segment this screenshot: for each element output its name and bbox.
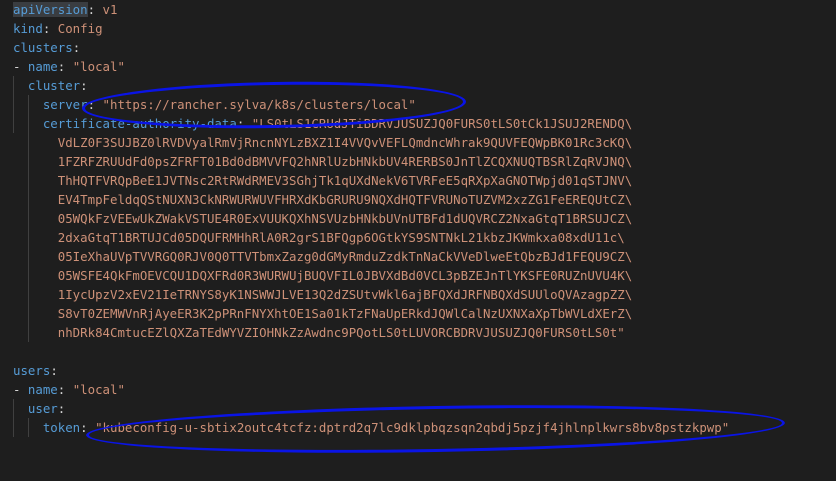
yaml-key: server (42, 97, 88, 112)
yaml-value: 05WQkFzVEEwUkZWakVSTUE4R0ExVUUKQXhNSVUzb… (57, 211, 633, 226)
yaml-punctuation: : (50, 363, 58, 378)
yaml-value: 2dxaGtqT1BRTUJCd05DQUFRMHhRlA0R2grS1BFQg… (57, 230, 625, 245)
yaml-value: 1IycUpzV2xEV21IeTRNYS8yK1NSWWJLVE13Q2dZS… (57, 287, 633, 302)
yaml-key: token (42, 420, 81, 435)
yaml-punctuation: : (236, 116, 252, 131)
yaml-key: cluster (27, 78, 81, 93)
code-line[interactable]: ThHQTFVRQpBeE1JVTNsc2RtRWdRMEV3SGhjTk1qU… (13, 171, 632, 190)
yaml-key: users (13, 363, 51, 378)
code-editor[interactable]: apiVersion: v1 kind: Config clusters: - nam… (0, 0, 836, 481)
yaml-value: EV4TmpFeldqQStNUXN3CkNRWURWUVFHRXdKbGRUR… (57, 192, 633, 207)
code-line[interactable]: 1IycUpzV2xEV21IeTRNYS8yK1NSWWJLVE13Q2dZS… (13, 285, 632, 304)
code-line[interactable]: 2dxaGtqT1BRTUJCd05DQUFRMHhRlA0R2grS1BFQg… (13, 228, 625, 247)
code-line[interactable]: 05IeXhaUVpTVVRGQ0RJV0Q0TTVTbmxZazg0dGMyR… (13, 247, 632, 266)
yaml-punctuation: : (72, 40, 81, 55)
yaml-value: Config (57, 21, 103, 36)
yaml-value: 05IeXhaUVpTVVRGQ0RJV0Q0TTVTbmxZazg0dGMyR… (57, 249, 633, 264)
yaml-value: 05WSFE4QkFmOEVCQU1DQXFRd0R3WURWUjBUQVFIL… (57, 268, 633, 283)
yaml-value: nhDRk84CmtucEZlQXZaTEdWYVZIOHNkZzAwdnc9P… (57, 325, 625, 340)
yaml-punctuation: : (42, 21, 58, 36)
yaml-punctuation: - (13, 382, 28, 397)
yaml-value: v1 (102, 2, 118, 17)
yaml-key: user (27, 401, 58, 416)
code-line[interactable]: EV4TmpFeldqQStNUXN3CkNRWURWUVFHRXdKbGRUR… (13, 190, 632, 209)
code-line[interactable]: cluster: (13, 76, 88, 95)
yaml-punctuation: : (57, 382, 73, 397)
yaml-key: kind (13, 21, 43, 36)
code-line[interactable]: 05WQkFzVEEwUkZWakVSTUE4R0ExVUUKQXhNSVUzb… (13, 209, 632, 228)
yaml-punctuation: : (80, 78, 88, 93)
yaml-punctuation: : (57, 401, 66, 416)
yaml-value: "https://rancher.sylva/k8s/clusters/loca… (102, 97, 416, 112)
code-line[interactable]: 1FZRFZRUUdFd0psZFRFT01Bd0dBMVVFQ2hNRlUzb… (13, 152, 632, 171)
yaml-punctuation: : (87, 2, 103, 17)
yaml-value: "local" (72, 59, 125, 74)
code-line[interactable]: 05WSFE4QkFmOEVCQU1DQXFRd0R3WURWUjBUQVFIL… (13, 266, 632, 285)
code-line[interactable]: certificate-authority-data: "LS0tLS1CRUd… (13, 114, 632, 133)
yaml-value: "local" (72, 382, 125, 397)
code-line[interactable]: - name: "local" (13, 380, 125, 399)
yaml-value: VdLZ0F3SUJBZ0lRVDVyalRmVjRncnNYLzBXZ1I4V… (57, 135, 633, 150)
yaml-value: ThHQTFVRQpBeE1JVTNsc2RtRWdRMEV3SGhjTk1qU… (57, 173, 633, 188)
yaml-value: "kubeconfig-u-sbtix2outc4tcfz:dptrd2q7lc… (95, 420, 730, 435)
code-line[interactable]: user: (13, 399, 65, 418)
yaml-punctuation: : (80, 420, 96, 435)
yaml-key: clusters (13, 40, 73, 55)
code-line[interactable]: users: (13, 361, 58, 380)
yaml-value: S8vT0ZEMWVnRjAyeER3K2pPRnFNYXhtOE1Sa01kT… (57, 306, 633, 321)
yaml-key: certificate-authority-data (42, 116, 237, 131)
yaml-value: "LS0tLS1CRUdJTiBDRVJUSUZJQ0FURS0tLS0tCk1… (251, 116, 633, 131)
yaml-key: apiVersion (13, 2, 88, 17)
code-line[interactable]: kind: Config (13, 19, 103, 38)
code-line[interactable]: server: "https://rancher.sylva/k8s/clust… (13, 95, 416, 114)
yaml-punctuation: : (87, 97, 103, 112)
code-line[interactable]: nhDRk84CmtucEZlQXZaTEdWYVZIOHNkZzAwdnc9P… (13, 323, 625, 342)
code-line[interactable]: - name: "local" (13, 57, 125, 76)
code-line[interactable]: clusters: (13, 38, 80, 57)
code-line[interactable]: S8vT0ZEMWVnRjAyeER3K2pPRnFNYXhtOE1Sa01kT… (13, 304, 632, 323)
yaml-punctuation: : (57, 59, 73, 74)
yaml-value: 1FZRFZRUUdFd0psZFRFT01Bd0dBMVVFQ2hNRlUzb… (57, 154, 633, 169)
code-line[interactable]: apiVersion: v1 (13, 0, 117, 19)
code-line[interactable]: token: "kubeconfig-u-sbtix2outc4tcfz:dpt… (13, 418, 729, 437)
yaml-punctuation: - (13, 59, 28, 74)
yaml-key: name (27, 59, 58, 74)
yaml-key: name (27, 382, 58, 397)
code-line[interactable]: VdLZ0F3SUJBZ0lRVDVyalRmVjRncnNYLzBXZ1I4V… (13, 133, 632, 152)
